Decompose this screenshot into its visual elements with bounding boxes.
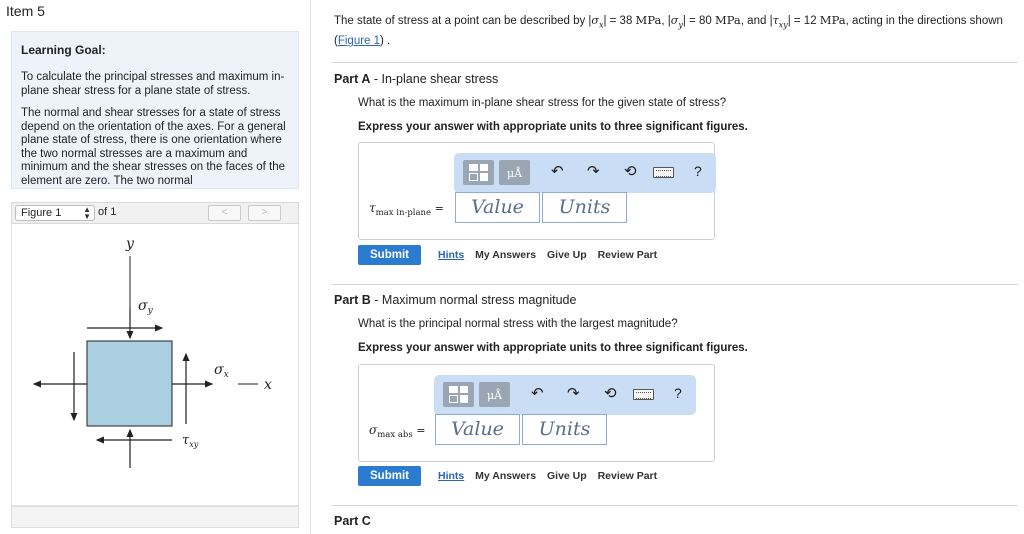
hints-link[interactable]: Hints <box>438 249 464 261</box>
part-b-variable-label: σmax abs = <box>369 423 426 441</box>
item-title: Item 5 <box>6 3 45 19</box>
give-up-link[interactable]: Give Up <box>547 470 587 482</box>
review-part-link[interactable]: Review Part <box>598 249 658 261</box>
part-b-instruction: Express your answer with appropriate uni… <box>358 342 748 354</box>
figure-canvas: y x σy σx τxy <box>11 224 299 506</box>
part-a-title: Part A - In-plane shear stress <box>334 72 499 86</box>
problem-statement: The state of stress at a point can be de… <box>334 13 1003 48</box>
tau-xy-label: τxy <box>182 433 199 449</box>
learning-goal-paragraph: The normal and shear stresses for a stat… <box>21 107 286 187</box>
reset-icon[interactable]: ⟲ <box>624 163 637 181</box>
help-icon[interactable]: ? <box>694 163 702 179</box>
undo-icon[interactable]: ↶ <box>551 163 564 181</box>
reset-icon[interactable]: ⟲ <box>604 385 617 403</box>
my-answers-link[interactable]: My Answers <box>475 249 536 261</box>
part-a-instruction: Express your answer with appropriate uni… <box>358 121 748 133</box>
part-a-question: What is the maximum in-plane shear stres… <box>358 97 727 109</box>
figure-count: of 1 <box>98 206 117 218</box>
keyboard-icon[interactable] <box>653 167 674 178</box>
divider <box>332 62 1018 63</box>
select-arrows-icon: ▲ ▼ <box>83 205 91 221</box>
learning-goal-box[interactable]: Learning Goal: To calculate the principa… <box>11 31 299 189</box>
help-icon[interactable]: ? <box>674 385 682 401</box>
units-button[interactable]: μÅ <box>479 382 510 407</box>
figure-select-value: Figure 1 <box>21 207 62 219</box>
y-axis-label: y <box>125 236 135 252</box>
part-b-units-input[interactable]: Units <box>522 414 607 445</box>
learning-goal-title: Learning Goal: <box>21 43 106 57</box>
prev-figure-button[interactable]: < <box>208 205 241 221</box>
part-c-title: Part C <box>334 514 371 528</box>
templates-button[interactable] <box>463 160 494 185</box>
part-a-units-input[interactable]: Units <box>542 192 627 223</box>
sigma-y-label: σy <box>138 298 154 316</box>
templates-button[interactable] <box>443 382 474 407</box>
learning-goal-paragraph: To calculate the principal stresses and … <box>21 71 285 97</box>
figure-toolbar: Figure 1 ▲ ▼ of 1 < > <box>11 202 299 224</box>
part-b-title: Part B - Maximum normal stress magnitude <box>334 293 577 307</box>
redo-icon[interactable]: ↷ <box>567 385 580 403</box>
redo-icon[interactable]: ↷ <box>587 163 600 181</box>
stress-element-diagram: y x σy σx τxy <box>32 236 272 468</box>
part-a-variable-label: τmax in-plane = <box>369 201 444 219</box>
hints-link[interactable]: Hints <box>438 470 464 482</box>
divider <box>332 505 1018 506</box>
units-button[interactable]: μÅ <box>499 160 530 185</box>
part-a-answer-box: μÅ ↶ ↷ ⟲ ? τmax in-plane = Value Units <box>358 142 716 240</box>
part-b-question: What is the principal normal stress with… <box>358 318 678 330</box>
stress-element <box>86 340 173 427</box>
left-panel: Item 5 Learning Goal: To calculate the p… <box>0 0 311 534</box>
figure-select[interactable]: Figure 1 ▲ ▼ <box>15 205 95 221</box>
part-a-equation-toolbar: μÅ ↶ ↷ ⟲ ? <box>454 153 716 193</box>
x-axis-label: x <box>264 377 272 393</box>
part-a-submit-button[interactable]: Submit <box>358 245 421 265</box>
next-figure-button[interactable]: > <box>248 205 281 221</box>
figure-scrollbar[interactable] <box>11 506 299 528</box>
part-b-value-input[interactable]: Value <box>435 414 520 445</box>
right-panel: The state of stress at a point can be de… <box>312 0 1024 534</box>
part-a-value-input[interactable]: Value <box>455 192 540 223</box>
my-answers-link[interactable]: My Answers <box>475 470 536 482</box>
divider <box>332 284 1018 285</box>
keyboard-icon[interactable] <box>633 389 654 400</box>
part-b-links: Hints My Answers Give Up Review Part <box>438 470 665 482</box>
part-b-equation-toolbar: μÅ ↶ ↷ ⟲ ? <box>434 375 696 415</box>
give-up-link[interactable]: Give Up <box>547 249 587 261</box>
undo-icon[interactable]: ↶ <box>531 385 544 403</box>
part-a-links: Hints My Answers Give Up Review Part <box>438 249 665 261</box>
sigma-x-label: σx <box>214 362 229 380</box>
part-b-submit-button[interactable]: Submit <box>358 466 421 486</box>
review-part-link[interactable]: Review Part <box>598 470 658 482</box>
part-b-answer-box: μÅ ↶ ↷ ⟲ ? σmax abs = Value Units <box>358 364 715 462</box>
figure-link[interactable]: Figure 1 <box>338 35 380 47</box>
